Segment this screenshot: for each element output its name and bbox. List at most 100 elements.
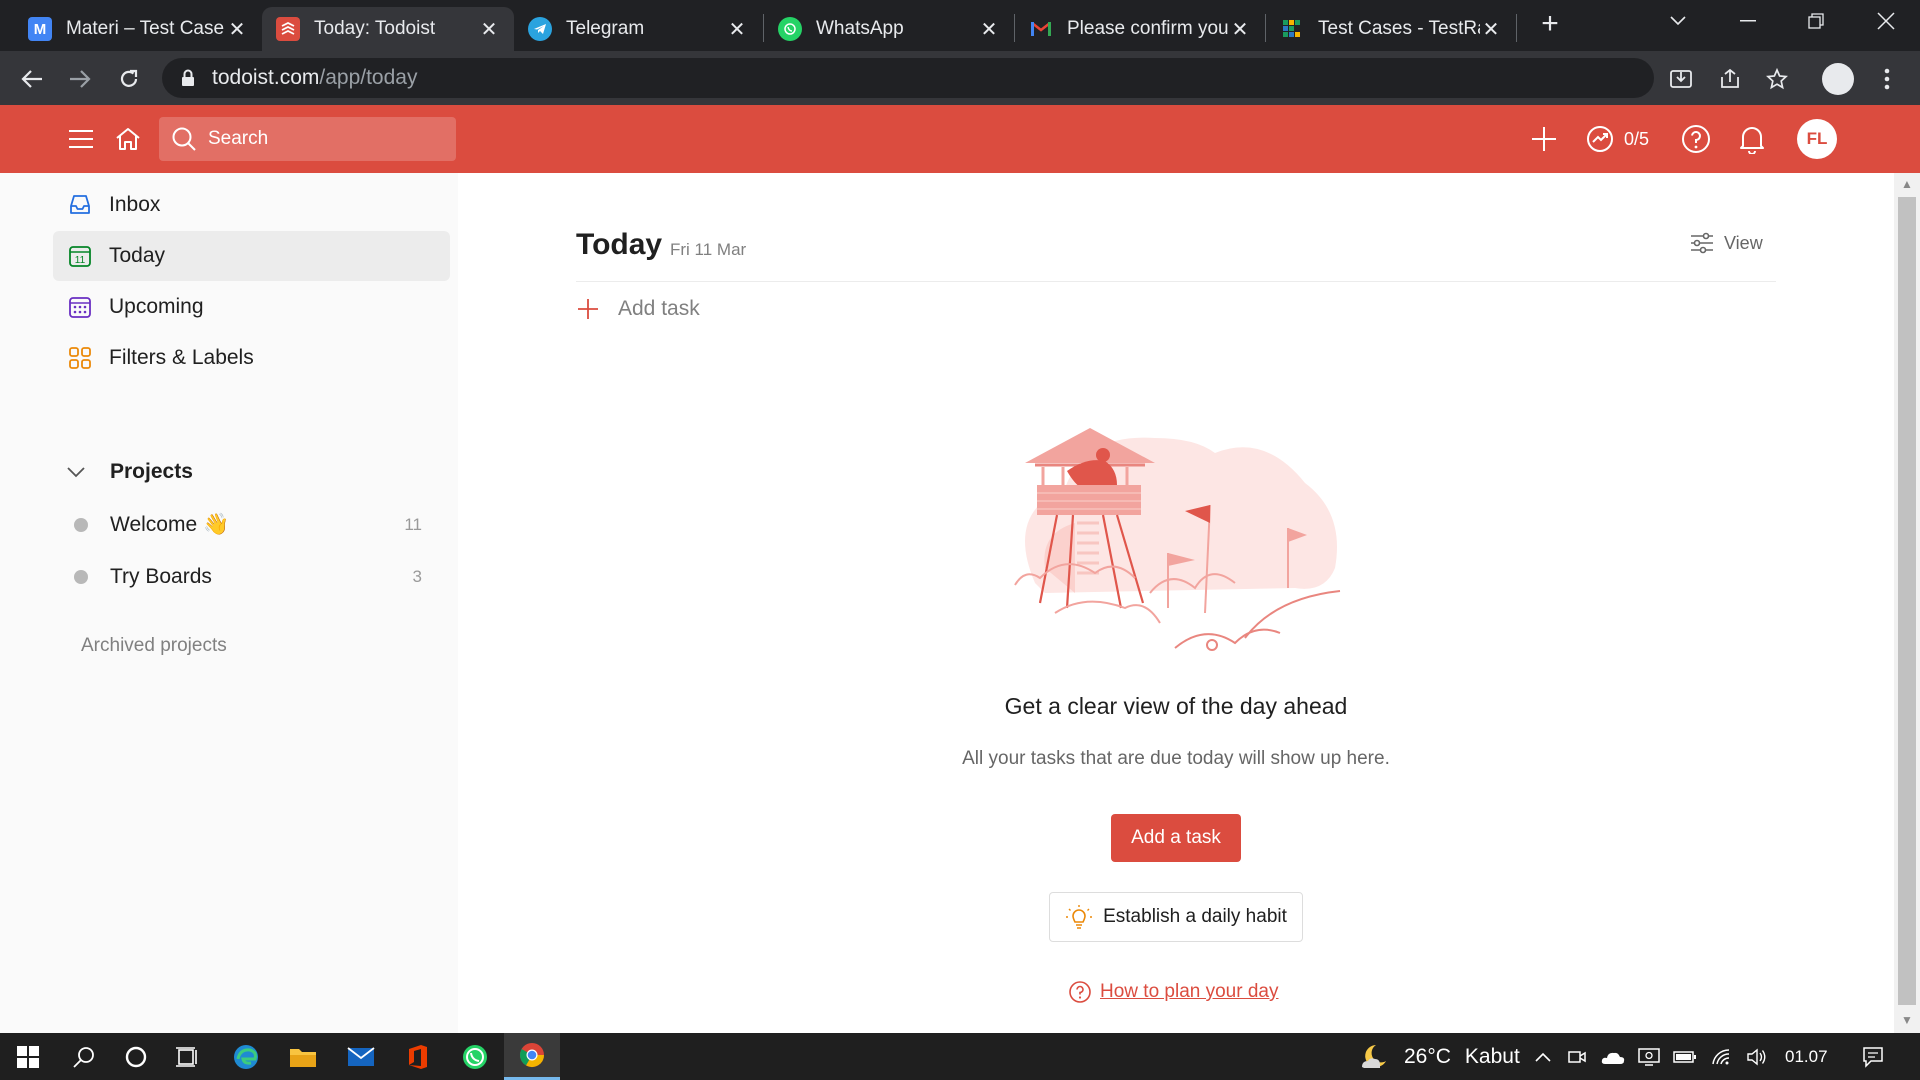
minimize-button[interactable]: [1728, 4, 1768, 38]
tab-search-chevron-icon[interactable]: [1658, 4, 1698, 38]
cortana-icon[interactable]: [108, 1033, 164, 1080]
scrollbar-thumb[interactable]: [1898, 197, 1916, 1005]
view-label: View: [1724, 232, 1763, 253]
productivity-karma-button[interactable]: 0/5: [1586, 121, 1649, 157]
archived-projects-link[interactable]: Archived projects: [81, 635, 227, 657]
app-header: Search 0/5 FL: [0, 105, 1920, 173]
search-input[interactable]: Search: [159, 117, 456, 161]
close-tab-icon[interactable]: ✕: [1229, 18, 1251, 41]
sidebar-item-filters-labels[interactable]: Filters & Labels: [53, 333, 450, 383]
project-color-dot: [74, 518, 88, 532]
project-name: Try Boards: [110, 565, 212, 588]
volume-icon[interactable]: [1742, 1033, 1772, 1080]
office-icon[interactable]: [390, 1033, 446, 1080]
empty-state-title: Get a clear view of the day ahead: [1004, 693, 1348, 719]
show-hidden-icons-chevron-icon[interactable]: [1528, 1033, 1558, 1080]
page-title: Today: [576, 228, 663, 261]
sidebar-item-inbox[interactable]: Inbox: [53, 180, 450, 230]
close-tab-icon[interactable]: ✕: [726, 18, 748, 41]
taskbar-search-icon[interactable]: [56, 1033, 112, 1080]
todoist-favicon-icon: [276, 17, 300, 41]
close-tab-icon[interactable]: ✕: [1480, 18, 1502, 41]
sidebar-item-upcoming[interactable]: Upcoming: [53, 282, 450, 332]
quick-add-plus-icon[interactable]: [1526, 121, 1562, 157]
browser-toolbar: todoist.com/app/today: [0, 51, 1920, 105]
project-task-count: 3: [412, 567, 422, 586]
page-scrollbar[interactable]: ▲ ▼: [1894, 173, 1920, 1033]
taskbar-clock[interactable]: 01.07: [1785, 1033, 1828, 1080]
sidebar-item-label: Filters & Labels: [109, 346, 254, 369]
wifi-icon[interactable]: [1706, 1033, 1736, 1080]
tab-title: Test Cases - TestRai: [1318, 18, 1480, 39]
edge-browser-icon[interactable]: [218, 1033, 274, 1080]
weather-widget[interactable]: 26°C Kabut: [1358, 1033, 1520, 1080]
add-a-task-button[interactable]: Add a task: [1111, 814, 1241, 862]
how-to-plan-link[interactable]: How to plan your day: [1068, 980, 1279, 1004]
file-explorer-icon[interactable]: [275, 1033, 331, 1080]
install-app-icon[interactable]: [1664, 62, 1698, 96]
help-icon[interactable]: [1678, 121, 1714, 157]
close-tab-icon[interactable]: ✕: [478, 18, 500, 41]
tab-telegram[interactable]: Telegram ✕: [514, 7, 762, 51]
profile-avatar-icon[interactable]: [1821, 62, 1855, 96]
habit-label: Establish a daily habit: [1103, 906, 1287, 927]
add-task-button[interactable]: Add task: [576, 292, 700, 326]
share-icon[interactable]: [1713, 62, 1747, 96]
forward-arrow-icon[interactable]: [63, 62, 97, 96]
view-options-button[interactable]: View: [1690, 232, 1763, 254]
tab-title: Please confirm your: [1067, 18, 1229, 39]
mail-icon[interactable]: [333, 1033, 389, 1080]
tab-gmail[interactable]: Please confirm your ✕: [1015, 7, 1265, 51]
back-arrow-icon[interactable]: [15, 62, 49, 96]
calendar-upcoming-icon: [67, 294, 93, 320]
url-path: /app/today: [319, 66, 418, 89]
lightbulb-icon: [1066, 905, 1093, 929]
tab-whatsapp[interactable]: WhatsApp ✕: [764, 7, 1014, 51]
display-icon[interactable]: [1634, 1033, 1664, 1080]
scroll-down-arrow-icon[interactable]: ▼: [1901, 1013, 1913, 1027]
empty-state-subtitle: All your tasks that are due today will s…: [962, 748, 1390, 769]
windows-start-icon[interactable]: [0, 1033, 56, 1080]
home-icon[interactable]: [110, 121, 146, 157]
chrome-icon[interactable]: [504, 1033, 560, 1080]
project-item-try-boards[interactable]: Try Boards 3: [60, 555, 430, 599]
meet-now-icon[interactable]: [1562, 1033, 1592, 1080]
url-host: todoist.com: [212, 66, 320, 89]
scroll-up-arrow-icon[interactable]: ▲: [1901, 177, 1913, 191]
projects-title: Projects: [110, 460, 193, 483]
help-circle-icon: [1069, 981, 1091, 1003]
karma-count: 0/5: [1624, 128, 1650, 149]
whatsapp-desktop-icon[interactable]: [447, 1033, 503, 1080]
projects-section-toggle[interactable]: Projects: [66, 455, 193, 489]
project-item-welcome[interactable]: Welcome 👋 11: [60, 503, 430, 547]
close-window-button[interactable]: [1866, 4, 1906, 38]
restore-button[interactable]: [1796, 4, 1836, 38]
task-view-icon[interactable]: [160, 1033, 216, 1080]
new-tab-button[interactable]: +: [1535, 9, 1565, 40]
notification-center-icon[interactable]: [1853, 1033, 1893, 1080]
establish-habit-button[interactable]: Establish a daily habit: [1049, 892, 1303, 942]
bookmark-star-icon[interactable]: [1760, 62, 1794, 96]
notifications-bell-icon[interactable]: [1734, 121, 1770, 157]
sidebar-item-label: Today: [109, 244, 166, 267]
moon-cloud-icon: [1362, 1044, 1386, 1068]
telegram-favicon-icon: [528, 17, 552, 41]
tab-todoist[interactable]: Today: Todoist ✕: [262, 7, 514, 51]
tab-testrail[interactable]: Test Cases - TestRai ✕: [1266, 7, 1516, 51]
battery-icon[interactable]: [1670, 1033, 1700, 1080]
menu-hamburger-icon[interactable]: [63, 121, 99, 157]
plus-icon: [578, 299, 598, 319]
close-tab-icon[interactable]: ✕: [978, 18, 1000, 41]
user-avatar[interactable]: FL: [1797, 119, 1837, 159]
tab-materi[interactable]: M Materi – Test Case I ✕: [14, 7, 262, 51]
close-tab-icon[interactable]: ✕: [226, 18, 248, 41]
url-text: todoist.com/app/today: [212, 66, 417, 90]
tab-title: Today: Todoist: [314, 18, 436, 39]
karma-trend-icon: [1587, 126, 1613, 152]
sidebar-item-today[interactable]: 11 Today: [53, 231, 450, 281]
address-bar[interactable]: todoist.com/app/today: [162, 58, 1654, 98]
tab-title: Telegram: [566, 18, 645, 39]
onedrive-icon[interactable]: [1598, 1033, 1628, 1080]
browser-menu-icon[interactable]: [1870, 62, 1904, 96]
reload-icon[interactable]: [112, 62, 146, 96]
